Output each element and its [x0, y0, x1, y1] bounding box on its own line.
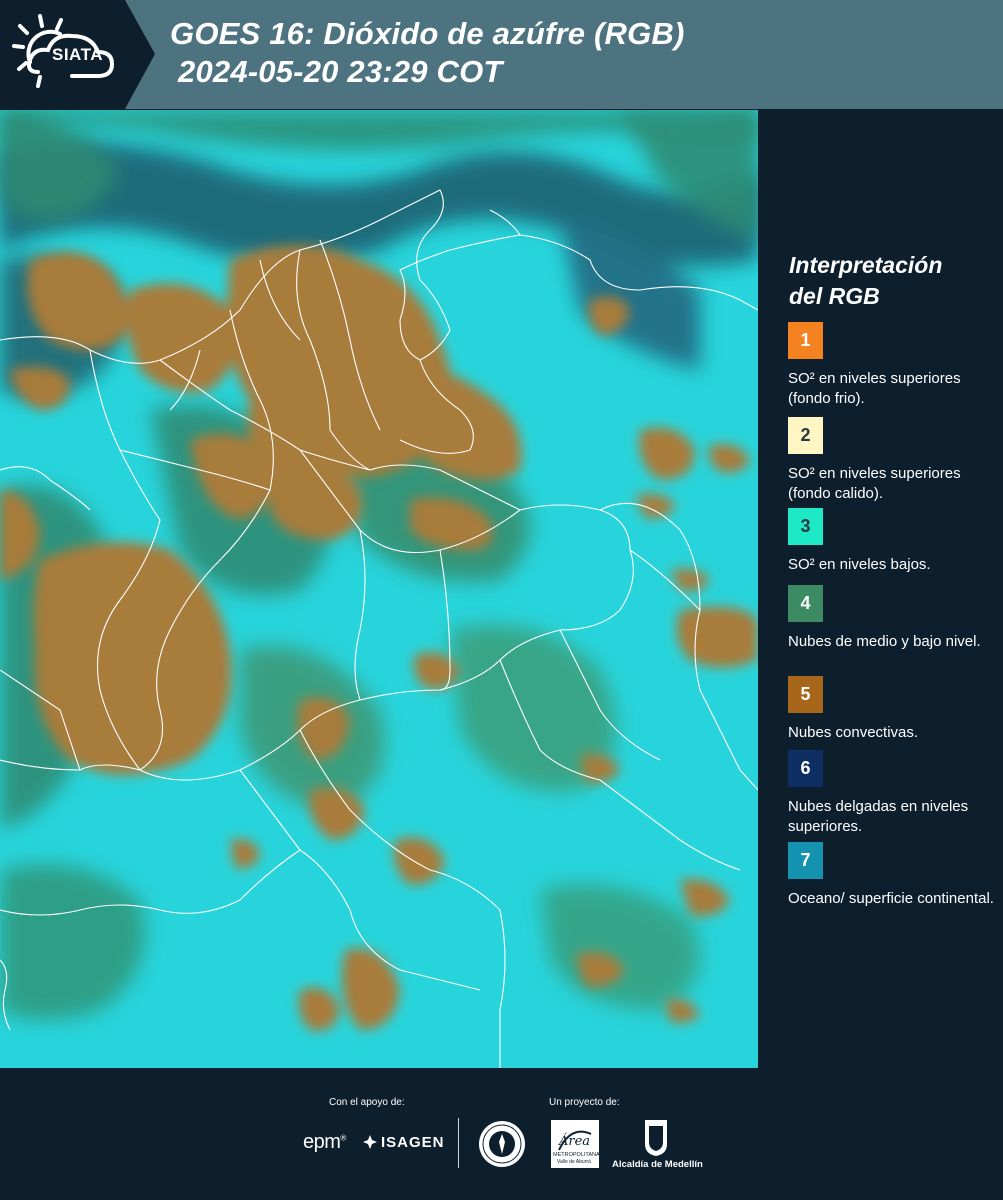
legend-item-2: 2 SO² en niveles superiores (fondo calid… — [788, 417, 998, 514]
alcaldia-shield-icon — [645, 1120, 667, 1156]
legend-item-6: 6 Nubes delgadas en niveles superiores. — [788, 750, 998, 837]
legend-title-line2: del RGB — [789, 283, 880, 309]
legend-item-1: 1 SO² en niveles superiores (fondo frio)… — [788, 322, 998, 409]
legend-label: SO² en niveles bajos. — [788, 556, 931, 573]
legend-label: Nubes convectivas. — [788, 724, 919, 741]
legend-swatch: 3 — [788, 508, 823, 545]
footer-divider — [458, 1118, 459, 1168]
isagen-logo-text: ISAGEN — [381, 1133, 445, 1151]
siata-logo-block: SIATA — [0, 0, 155, 109]
satellite-image — [0, 110, 758, 1068]
legend-panel: Interpretación del RGB 1 SO² en niveles … — [760, 110, 1003, 1068]
legend-label: Nubes de medio y bajo nivel. — [788, 633, 981, 650]
legend-number: 5 — [800, 684, 811, 704]
legend-label: Nubes delgadas en niveles superiores. — [788, 798, 969, 835]
legend-number: 3 — [800, 516, 811, 536]
legend-swatch: 5 — [788, 676, 823, 713]
area-logo-text: Área — [559, 1134, 591, 1149]
legend-swatch: 4 — [788, 585, 823, 622]
legend-label: Oceano/ superficie continental. — [788, 890, 994, 907]
legend-swatch: 1 — [788, 322, 823, 359]
area-logo-subtext2: Valle de Aburrá — [557, 1159, 591, 1165]
legend-number: 2 — [800, 425, 811, 445]
legend-title-line1: Interpretación — [789, 252, 943, 278]
siata-logo-text: SIATA — [52, 45, 103, 64]
support-label: Con el apoyo de: — [329, 1097, 405, 1108]
epm-logo: epm® — [303, 1131, 346, 1153]
footer: Con el apoyo de: Un proyecto de: epm® IS… — [0, 1068, 1003, 1200]
page-title: GOES 16: Dióxido de azúfre (RGB) — [170, 16, 685, 51]
legend-item-3: 3 SO² en niveles bajos. — [788, 508, 998, 575]
page-timestamp: 2024-05-20 23:29 COT — [178, 54, 503, 89]
legend-number: 7 — [800, 850, 811, 870]
legend-number: 1 — [800, 330, 811, 350]
legend-swatch: 6 — [788, 750, 823, 787]
satellite-map — [0, 110, 758, 1068]
legend-item-4: 4 Nubes de medio y bajo nivel. — [788, 585, 998, 652]
legend-label: SO² en niveles superiores (fondo frio). — [788, 370, 961, 407]
isagen-icon — [363, 1135, 377, 1149]
project-label: Un proyecto de: — [549, 1097, 620, 1108]
legend-number: 4 — [800, 593, 811, 613]
legend-swatch: 7 — [788, 842, 823, 879]
legend-title: Interpretación del RGB — [789, 250, 942, 312]
epm-logo-text: epm — [303, 1131, 341, 1153]
legend-item-7: 7 Oceano/ superficie continental. — [788, 842, 998, 909]
legend-item-5: 5 Nubes convectivas. — [788, 676, 998, 743]
area-logo-subtext: METROPOLITANA — [553, 1152, 600, 1158]
legend-label: SO² en niveles superiores (fondo calido)… — [788, 465, 961, 502]
legend-swatch: 2 — [788, 417, 823, 454]
header-bar: SIATA GOES 16: Dióxido de azúfre (RGB) 2… — [0, 0, 1003, 109]
isagen-logo: ISAGEN — [362, 1132, 445, 1152]
alcaldia-logo-text: Alcaldía de Medellín — [612, 1159, 703, 1170]
area-metropolitana-logo: Área METROPOLITANA Valle de Aburrá — [551, 1120, 600, 1173]
university-seal-icon — [479, 1121, 525, 1167]
legend-number: 6 — [800, 758, 811, 778]
